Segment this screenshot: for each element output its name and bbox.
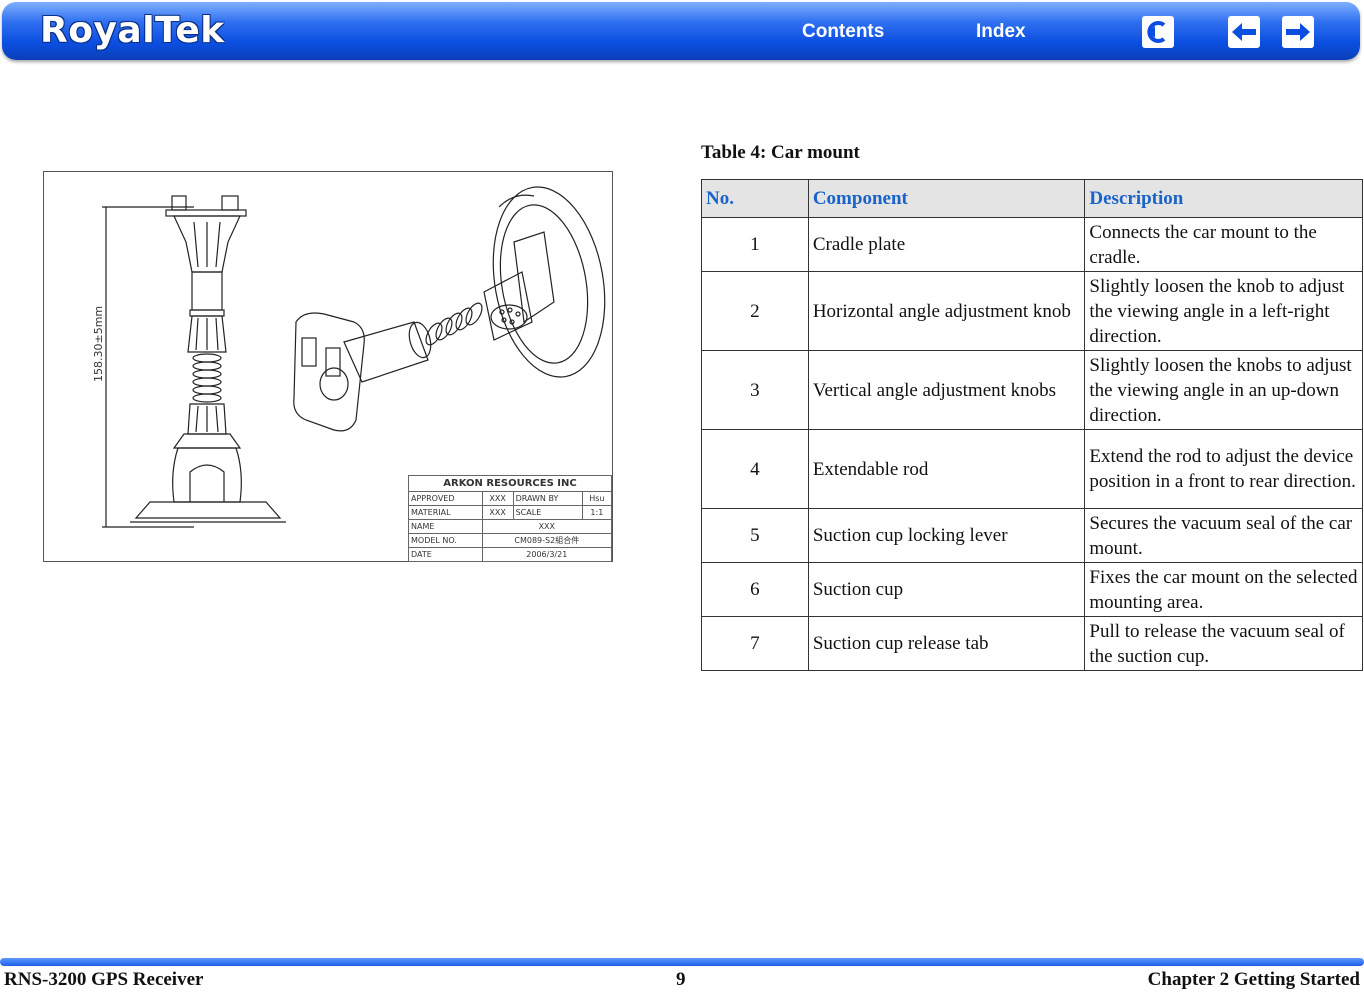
model-label: MODEL NO. bbox=[408, 533, 483, 548]
date-label: DATE bbox=[408, 547, 483, 562]
drawn-by-label: DRAWN BY bbox=[512, 491, 583, 506]
name-label: NAME bbox=[408, 519, 483, 534]
row-no: 1 bbox=[701, 217, 809, 272]
company-name: ARKON RESOURCES INC bbox=[408, 475, 612, 492]
brand-logo: RoyalTek bbox=[40, 10, 225, 51]
footer-bar bbox=[0, 958, 1364, 966]
scale-value: 1:1 bbox=[581, 505, 613, 520]
row-no: 2 bbox=[701, 271, 809, 351]
back-icon bbox=[1147, 21, 1166, 43]
date-value: 2006/3/21 bbox=[481, 547, 613, 562]
row-description: Secures the vacuum seal of the car mount… bbox=[1084, 508, 1363, 563]
row-description: Slightly loosen the knob to adjust the v… bbox=[1084, 271, 1363, 351]
next-page-button[interactable] bbox=[1282, 16, 1314, 48]
header-description: Description bbox=[1084, 179, 1363, 218]
name-value: XXX bbox=[481, 519, 613, 534]
row-no: 7 bbox=[701, 616, 809, 671]
previous-page-button[interactable] bbox=[1228, 16, 1260, 48]
row-component: Suction cup release tab bbox=[807, 616, 1086, 671]
approved-label: APPROVED bbox=[408, 491, 483, 506]
contents-link[interactable]: Contents bbox=[802, 21, 884, 43]
table-header-row: No. Component Description bbox=[701, 179, 1363, 218]
table-row: 7 Suction cup release tab Pull to releas… bbox=[701, 616, 1363, 671]
header-no: No. bbox=[701, 179, 809, 218]
row-component: Extendable rod bbox=[807, 429, 1086, 509]
next-page-icon bbox=[1286, 23, 1310, 41]
material-label: MATERIAL bbox=[408, 505, 483, 520]
row-description: Extend the rod to adjust the device posi… bbox=[1084, 429, 1363, 509]
table-caption: Table 4: Car mount bbox=[701, 142, 860, 163]
drawn-by-value: Hsu bbox=[581, 491, 613, 506]
car-mount-drawing: 158.30±5mm ARKON RESOURCES INC APPROVED … bbox=[43, 171, 613, 562]
row-description: Fixes the car mount on the selected moun… bbox=[1084, 562, 1363, 617]
scale-label: SCALE bbox=[512, 505, 583, 520]
header-bar: RoyalTek Contents Index bbox=[2, 2, 1360, 60]
material-value: XXX bbox=[481, 505, 514, 520]
row-no: 3 bbox=[701, 350, 809, 430]
row-no: 6 bbox=[701, 562, 809, 617]
dimension-label: 158.30±5mm bbox=[92, 306, 105, 382]
row-description: Pull to release the vacuum seal of the s… bbox=[1084, 616, 1363, 671]
table-row: 6 Suction cup Fixes the car mount on the… bbox=[701, 562, 1363, 617]
table-row: 1 Cradle plate Connects the car mount to… bbox=[701, 217, 1363, 272]
previous-page-icon bbox=[1232, 23, 1256, 41]
row-component: Suction cup locking lever bbox=[807, 508, 1086, 563]
footer-chapter: Chapter 2 Getting Started bbox=[1147, 969, 1360, 990]
table-row: 3 Vertical angle adjustment knobs Slight… bbox=[701, 350, 1363, 430]
table-row: 2 Horizontal angle adjustment knob Sligh… bbox=[701, 271, 1363, 351]
row-description: Connects the car mount to the cradle. bbox=[1084, 217, 1363, 272]
row-component: Horizontal angle adjustment knob bbox=[807, 271, 1086, 351]
table-row: 4 Extendable rod Extend the rod to adjus… bbox=[701, 429, 1363, 509]
row-no: 5 bbox=[701, 508, 809, 563]
back-button[interactable] bbox=[1142, 16, 1174, 48]
page-number: 9 bbox=[676, 969, 686, 990]
row-no: 4 bbox=[701, 429, 809, 509]
index-link[interactable]: Index bbox=[976, 21, 1026, 43]
header-component: Component bbox=[807, 179, 1086, 218]
model-value: CM089-S2組合件 bbox=[481, 533, 613, 548]
row-description: Slightly loosen the knobs to adjust the … bbox=[1084, 350, 1363, 430]
table-row: 5 Suction cup locking lever Secures the … bbox=[701, 508, 1363, 563]
row-component: Cradle plate bbox=[807, 217, 1086, 272]
row-component: Vertical angle adjustment knobs bbox=[807, 350, 1086, 430]
approved-value: XXX bbox=[481, 491, 514, 506]
row-component: Suction cup bbox=[807, 562, 1086, 617]
car-mount-table: No. Component Description 1 Cradle plate… bbox=[701, 179, 1363, 671]
footer-product: RNS-3200 GPS Receiver bbox=[4, 969, 204, 990]
title-block: ARKON RESOURCES INC APPROVED XXX DRAWN B… bbox=[408, 475, 613, 562]
